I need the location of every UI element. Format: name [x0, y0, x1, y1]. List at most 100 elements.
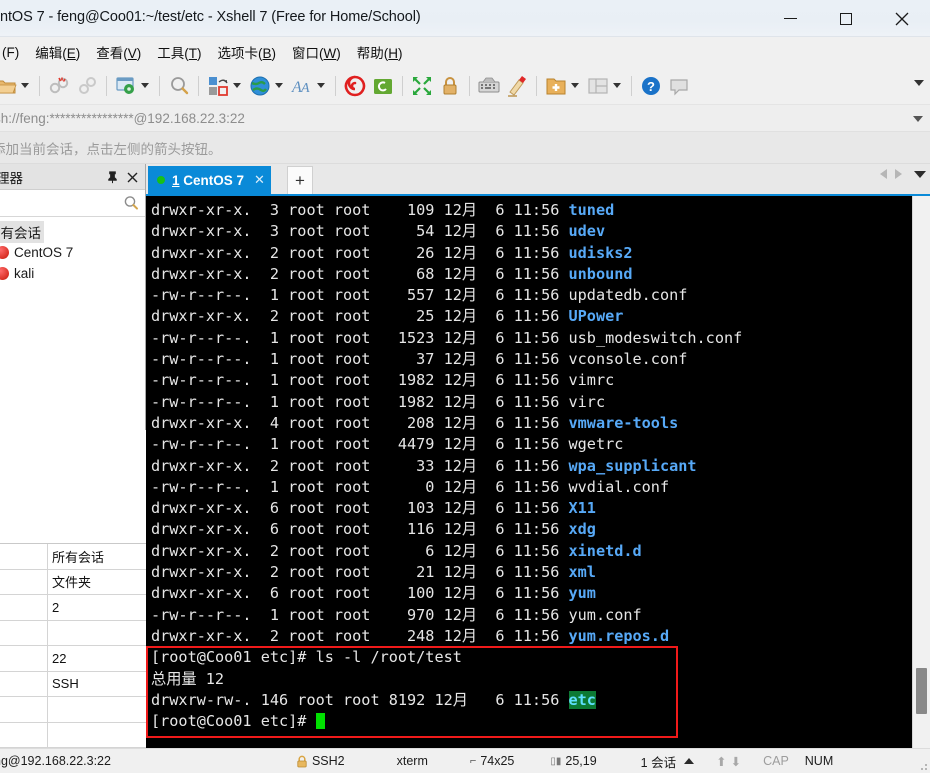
property-value-cell: 2	[52, 599, 60, 615]
property-name-cell	[0, 697, 48, 722]
sessions-expand-icon[interactable]	[684, 758, 695, 764]
property-name-cell	[0, 569, 48, 594]
transfer-caret[interactable]	[233, 83, 241, 88]
session-properties-caret[interactable]	[141, 83, 149, 88]
menu-help[interactable]: 帮助(H)	[349, 38, 411, 66]
tab-close-icon[interactable]: ✕	[254, 172, 265, 188]
fullscreen-button[interactable]	[408, 69, 436, 103]
notice-text: 添加当前会话，点击左侧的箭头按钮。	[0, 141, 222, 157]
session-item-kali[interactable]: kali	[0, 263, 145, 284]
highlight-button[interactable]	[503, 69, 531, 103]
table-row[interactable]: 所有会话	[0, 544, 146, 570]
web-button[interactable]	[246, 69, 288, 103]
table-row[interactable]	[0, 620, 146, 646]
session-tree-root[interactable]: 所有会话	[0, 220, 145, 243]
session-properties-button[interactable]	[112, 69, 154, 103]
open-session-button[interactable]	[0, 69, 34, 103]
keyboard-icon	[477, 74, 501, 98]
notice-bar: 添加当前会话，点击左侧的箭头按钮。	[0, 132, 930, 164]
link-icon	[75, 74, 99, 98]
address-bar[interactable]: sh://feng:****************@192.168.22.3:…	[0, 105, 930, 132]
menu-tabs[interactable]: 选项卡(B)	[210, 38, 285, 66]
status-bar: ng@192.168.22.3:22 SSH2 xterm ⌐ 74x25 ▯▮…	[0, 748, 930, 773]
terminal-output[interactable]: drwxr-xr-x. 3 root root 109 12月 6 11:56 …	[146, 196, 912, 748]
terminal-panel: drwxr-xr-x. 3 root root 109 12月 6 11:56 …	[146, 194, 930, 748]
toolbar-overflow-button[interactable]	[914, 80, 924, 86]
reconnect-button[interactable]	[73, 69, 101, 103]
property-value-cell: 文件夹	[52, 575, 92, 591]
comment-icon	[667, 74, 691, 98]
terminal-scrollbar-thumb[interactable]	[916, 668, 927, 714]
help-button[interactable]: ?	[637, 69, 665, 103]
toolbar-separator	[39, 75, 40, 96]
table-row[interactable]: 文件夹	[0, 569, 146, 595]
session-icon	[0, 267, 9, 280]
table-row[interactable]: 22	[0, 646, 146, 672]
comment-button[interactable]	[665, 69, 693, 103]
tab-prev-icon[interactable]	[880, 169, 887, 179]
resize-grip[interactable]	[917, 760, 928, 771]
open-session-caret[interactable]	[21, 83, 29, 88]
table-row[interactable]	[0, 722, 146, 748]
file-transfer-button[interactable]	[369, 69, 397, 103]
property-value-cell: 22	[52, 650, 67, 666]
tab-list-icon[interactable]	[914, 170, 926, 178]
menu-file[interactable]: (F)	[0, 41, 27, 64]
disconnect-icon	[47, 74, 71, 98]
session-item-centos7[interactable]: CentOS 7	[0, 242, 145, 263]
status-sessions: 1 会话	[640, 752, 695, 771]
maximize-button[interactable]	[818, 0, 874, 37]
table-row[interactable]: SSH	[0, 671, 146, 697]
disconnect-button[interactable]	[45, 69, 73, 103]
layout-caret[interactable]	[613, 83, 621, 88]
status-size: ⌐ 74x25	[470, 754, 515, 768]
menu-edit[interactable]: 编辑(E)	[27, 38, 88, 66]
session-search-input[interactable]	[0, 190, 145, 217]
address-text[interactable]: sh://feng:****************@192.168.22.3:…	[0, 111, 245, 126]
status-cursor-label: 25,19	[565, 754, 597, 768]
lock-icon	[438, 74, 462, 98]
xshell-window: ntOS 7 - feng@Coo01:~/test/etc - Xshell …	[0, 0, 930, 773]
session-properties-icon	[114, 74, 138, 98]
property-name-cell	[0, 671, 48, 696]
new-file-button[interactable]	[542, 69, 584, 103]
layout-button[interactable]	[584, 69, 626, 103]
tab-navigation	[880, 169, 926, 179]
font-caret[interactable]	[317, 83, 325, 88]
minimize-button[interactable]	[762, 0, 818, 37]
property-value-cell: 所有会话	[52, 549, 105, 565]
tab-next-icon[interactable]	[895, 169, 902, 179]
window-title: ntOS 7 - feng@Coo01:~/test/etc - Xshell …	[0, 9, 421, 25]
font-button[interactable]: A A	[288, 69, 330, 103]
session-icon	[0, 246, 9, 259]
lock-button[interactable]	[436, 69, 464, 103]
toolbar-separator	[402, 75, 403, 96]
file-transfer-icon	[371, 74, 395, 98]
terminal-scrollbar[interactable]	[912, 196, 930, 748]
new-file-caret[interactable]	[571, 83, 579, 88]
session-item-label: CentOS 7	[14, 245, 74, 260]
property-value-cell: SSH	[52, 676, 79, 692]
status-connection: ng@192.168.22.3:22	[0, 754, 111, 768]
menu-window[interactable]: 窗口(W)	[284, 38, 349, 66]
find-button[interactable]	[165, 69, 193, 103]
log-button[interactable]	[341, 69, 369, 103]
table-row[interactable]	[0, 697, 146, 723]
new-tab-button[interactable]: +	[287, 166, 313, 194]
transfer-icon	[206, 74, 230, 98]
table-row[interactable]: 2	[0, 595, 146, 621]
keyboard-button[interactable]	[475, 69, 503, 103]
status-sessions-label: 1 会话	[640, 755, 677, 770]
search-icon[interactable]	[123, 195, 139, 211]
pin-icon[interactable]	[103, 168, 121, 186]
property-name-cell	[0, 620, 48, 645]
menu-view[interactable]: 查看(V)	[88, 38, 149, 66]
layout-icon	[586, 74, 610, 98]
tab-centos7[interactable]: 1 CentOS 7 ✕	[148, 166, 271, 194]
globe-caret[interactable]	[275, 83, 283, 88]
transfer-button[interactable]	[204, 69, 246, 103]
close-icon[interactable]	[123, 168, 141, 186]
menu-tools[interactable]: 工具(T)	[149, 38, 209, 66]
address-dropdown-caret[interactable]	[913, 116, 923, 122]
close-button[interactable]	[874, 0, 930, 37]
